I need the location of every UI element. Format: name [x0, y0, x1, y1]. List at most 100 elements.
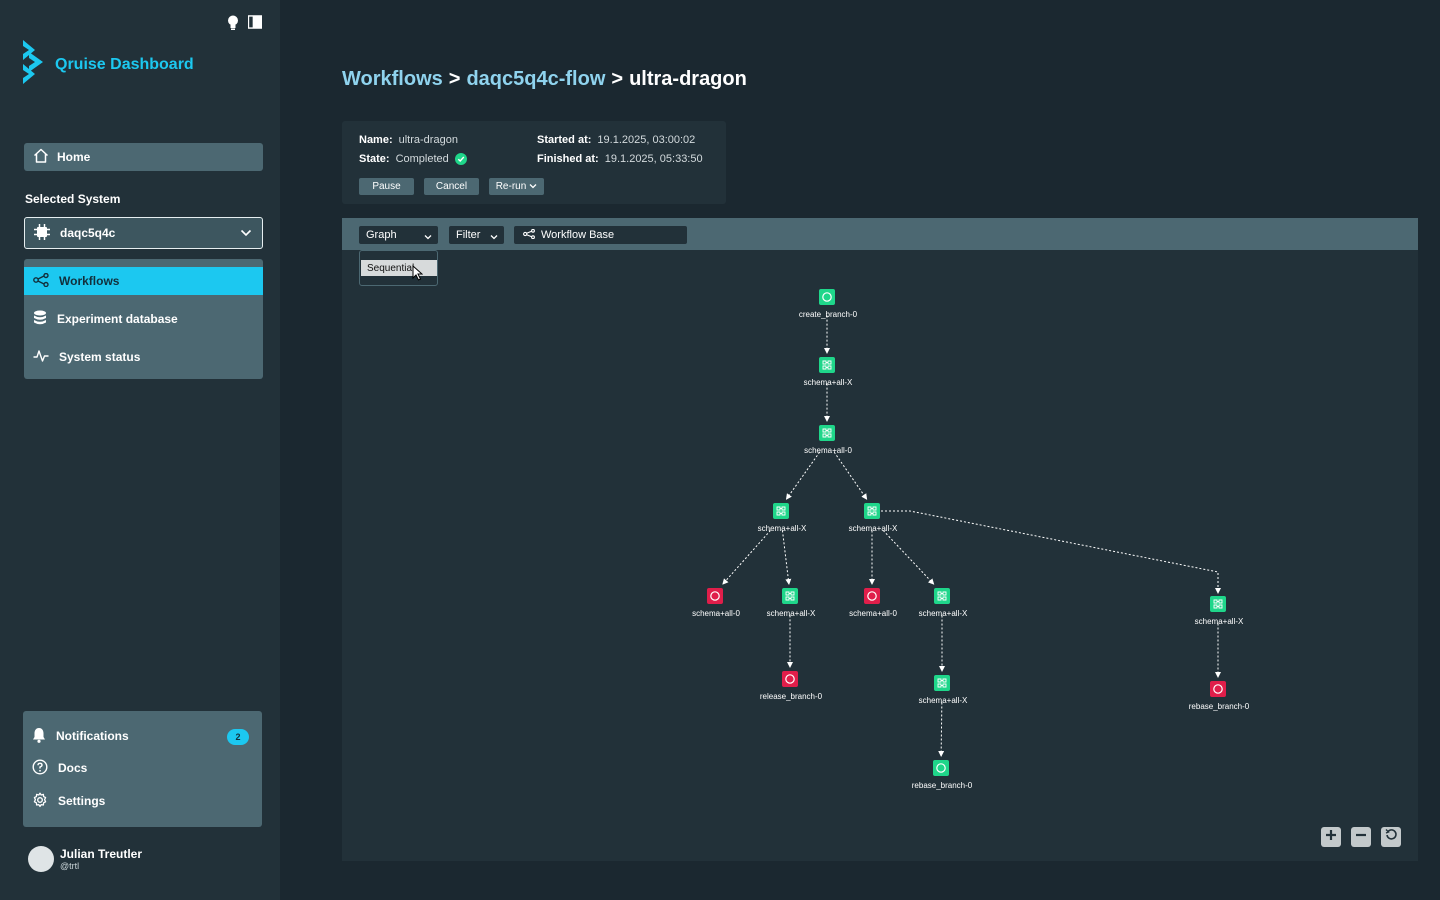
user-name: Julian Treutler — [60, 846, 143, 861]
brand[interactable]: Qruise Dashboard — [21, 38, 194, 91]
filter-select[interactable]: Filter — [449, 226, 504, 244]
home-label: Home — [57, 150, 91, 164]
node-label: schema+all-X — [767, 609, 816, 618]
node-error-marker — [782, 671, 798, 687]
view-select[interactable]: Graph — [359, 226, 438, 244]
gear-icon — [32, 792, 48, 811]
view-dropdown-menu: Sequential — [359, 250, 438, 286]
user-profile[interactable]: Julian Treutler @trtl — [28, 846, 142, 872]
name-value: ultra-dragon — [398, 134, 458, 146]
nav-item-system-status[interactable]: System status — [24, 343, 263, 371]
graph-node[interactable]: schema+all-0 — [692, 588, 740, 618]
graph-node[interactable]: rebase_branch-0 — [1189, 681, 1250, 711]
state-label: State: — [359, 153, 390, 165]
zoom-out-button[interactable] — [1351, 827, 1371, 847]
sidebar: Qruise Dashboard Home Selected System da… — [0, 0, 280, 900]
main-nav: Workflows Experiment database System sta… — [24, 259, 263, 379]
app-title: Qruise Dashboard — [55, 55, 194, 73]
workflow-icon — [33, 272, 49, 290]
notification-badge: 2 — [227, 729, 249, 745]
node-success-marker — [1210, 596, 1226, 612]
node-label: rebase_branch-0 — [1189, 702, 1250, 711]
node-success-marker — [819, 425, 835, 441]
zoom-in-button[interactable] — [1321, 827, 1341, 847]
chip-icon — [34, 223, 50, 243]
name-row: Name: ultra-dragon — [359, 134, 458, 146]
reset-view-button[interactable] — [1381, 827, 1401, 847]
chevron-down-icon — [529, 181, 537, 192]
graph-node[interactable]: release_branch-0 — [760, 671, 823, 701]
started-row: Started at: 19.1.2025, 03:00:02 — [537, 134, 695, 146]
graph-node[interactable]: schema+all-X — [919, 675, 968, 705]
system-select[interactable]: daqc5q4c — [24, 217, 263, 249]
pause-button[interactable]: Pause — [359, 178, 414, 195]
node-success-marker — [864, 503, 880, 519]
breadcrumb-flow[interactable]: daqc5q4c-flow — [466, 68, 605, 91]
node-label: schema+all-0 — [804, 446, 852, 455]
graph-node[interactable]: schema+all-X — [804, 357, 853, 387]
node-label: schema+all-0 — [849, 609, 897, 618]
home-button[interactable]: Home — [24, 143, 263, 171]
graph-node[interactable]: create_branch-0 — [799, 289, 858, 319]
graph-node[interactable]: schema+all-X — [767, 588, 816, 618]
selected-system-label: Selected System — [25, 192, 121, 206]
avatar — [28, 846, 54, 872]
node-label: schema+all-X — [849, 524, 898, 533]
graph-node[interactable]: schema+all-X — [758, 503, 807, 533]
mouse-cursor-icon — [412, 264, 424, 286]
workflow-graph[interactable]: create_branch-0 schema+all-X schema+all-0 s… — [342, 218, 1418, 861]
graph-node[interactable]: schema+all-0 — [804, 425, 852, 455]
bell-icon — [32, 727, 46, 746]
reset-icon — [1385, 828, 1398, 846]
graph-node[interactable]: schema+all-X — [919, 588, 968, 618]
view-value: Graph — [366, 229, 397, 241]
filter-value: Filter — [456, 229, 481, 241]
cancel-button[interactable]: Cancel — [424, 178, 479, 195]
sidebar-toggle-icon[interactable] — [248, 14, 262, 30]
chevron-down-icon — [240, 227, 252, 241]
node-success-marker — [933, 760, 949, 776]
nav-item-experiment-database[interactable]: Experiment database — [24, 305, 263, 333]
plus-icon — [1325, 828, 1337, 846]
graph-edge — [833, 451, 868, 500]
breadcrumb-workflows[interactable]: Workflows — [342, 68, 443, 91]
lightbulb-icon[interactable] — [226, 14, 240, 30]
dropdown-option-sequential[interactable]: Sequential — [361, 260, 437, 276]
notifications-label: Notifications — [56, 729, 129, 743]
node-label: schema+all-X — [919, 609, 968, 618]
node-error-marker — [864, 588, 880, 604]
node-success-marker — [819, 357, 835, 373]
notifications-item[interactable]: Notifications 2 — [23, 724, 262, 748]
chevron-down-icon — [424, 231, 432, 243]
docs-label: Docs — [58, 761, 88, 775]
workflow-base-select[interactable]: Workflow Base — [514, 226, 687, 244]
finished-label: Finished at: — [537, 153, 599, 165]
graph-edge — [938, 702, 945, 757]
workflow-info-card: Name: ultra-dragon State: Completed Star… — [342, 121, 726, 204]
minus-icon — [1355, 828, 1367, 846]
node-label: schema+all-X — [1195, 617, 1244, 626]
node-label: rebase_branch-0 — [912, 781, 973, 790]
graph-node[interactable]: schema+all-0 — [849, 588, 897, 618]
node-success-marker — [819, 289, 835, 305]
graph-node[interactable]: schema+all-X — [1195, 596, 1244, 626]
graph-node[interactable]: rebase_branch-0 — [912, 760, 973, 790]
node-error-marker — [1210, 681, 1226, 697]
user-handle: @trtl — [60, 860, 80, 871]
node-label: schema+all-0 — [692, 609, 740, 618]
node-success-marker — [934, 588, 950, 604]
rerun-button[interactable]: Re-run — [489, 178, 544, 195]
graph-node[interactable]: schema+all-X — [849, 503, 898, 533]
database-icon — [33, 310, 47, 329]
nav-item-workflows[interactable]: Workflows — [24, 267, 263, 295]
workflow-icon — [523, 228, 535, 242]
system-value: daqc5q4c — [60, 226, 116, 240]
breadcrumb: Workflows > daqc5q4c-flow > ultra-dragon — [342, 68, 747, 91]
started-label: Started at: — [537, 134, 592, 146]
docs-item[interactable]: Docs — [23, 756, 262, 780]
top-icons — [226, 14, 262, 30]
graph-toolbar: Graph Filter Workflow Base — [342, 218, 1418, 250]
node-label: schema+all-X — [758, 524, 807, 533]
settings-item[interactable]: Settings — [23, 789, 262, 813]
breadcrumb-separator: > — [448, 68, 461, 90]
